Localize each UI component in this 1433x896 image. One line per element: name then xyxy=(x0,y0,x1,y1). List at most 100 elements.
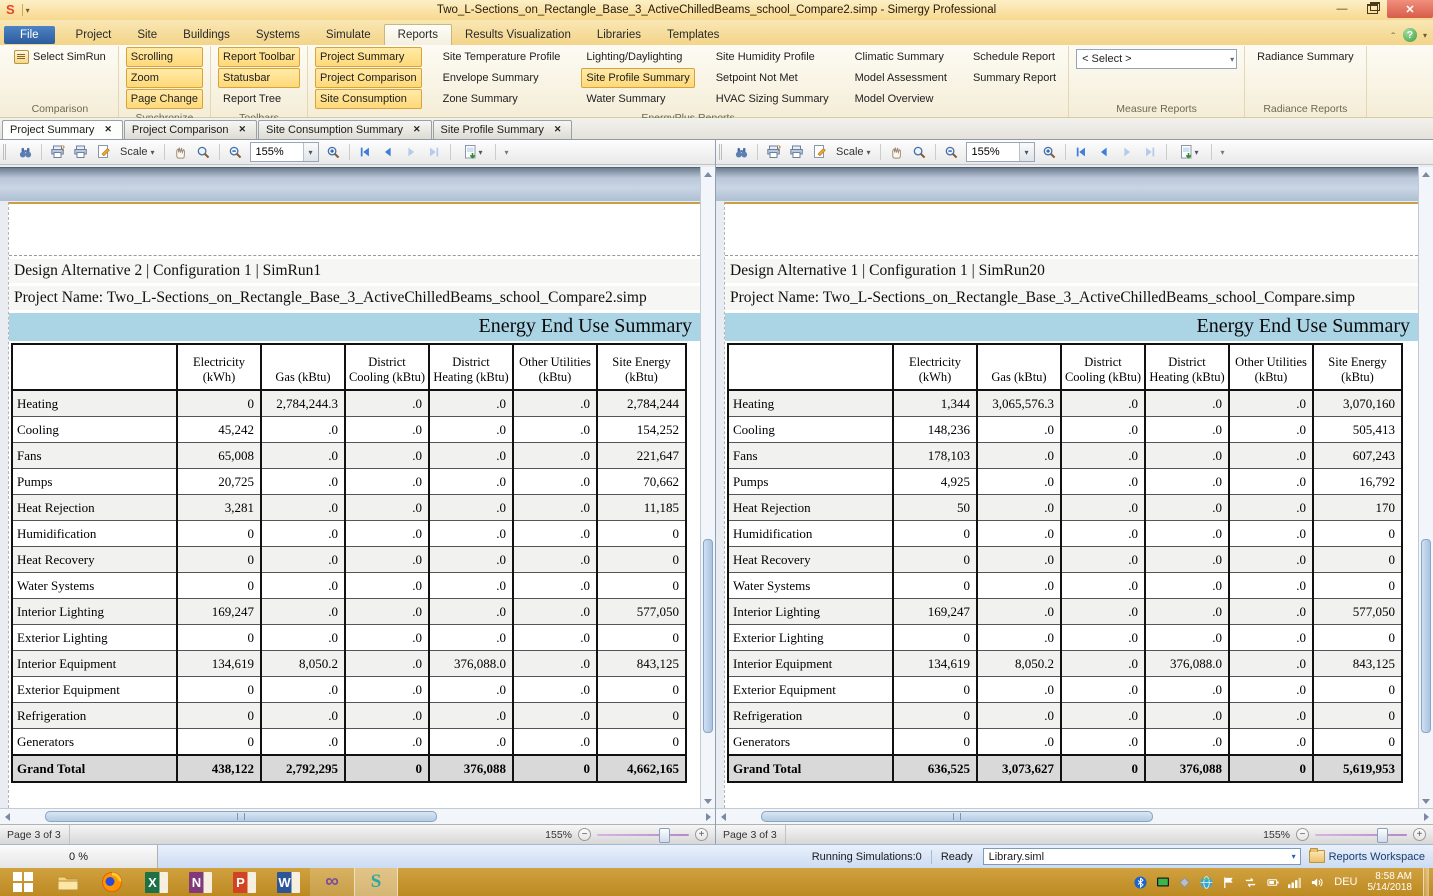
toolbar-grip[interactable] xyxy=(3,144,10,160)
toolbar-overflow-button[interactable]: ▾ xyxy=(501,148,513,157)
horizontal-scrollbar[interactable] xyxy=(716,808,1433,824)
start-button[interactable] xyxy=(0,868,46,896)
app-logo-icon[interactable]: S xyxy=(0,0,19,20)
ribbon-button-site-consumption[interactable]: Site Consumption xyxy=(315,89,422,109)
toolbar-grip[interactable] xyxy=(719,144,726,160)
ribbon-button-water-summary[interactable]: Water Summary xyxy=(581,89,694,109)
zoom-in-button[interactable] xyxy=(1039,142,1060,162)
ribbon-button-project-comparison[interactable]: Project Comparison xyxy=(315,68,422,88)
toolbar-overflow-button[interactable]: ▾ xyxy=(1217,148,1229,157)
horizontal-scrollbar[interactable] xyxy=(0,808,715,824)
ribbon-button-site-humidity-profile[interactable]: Site Humidity Profile xyxy=(711,47,834,67)
taskbar-app-onenote[interactable]: N xyxy=(178,868,222,896)
ribbon-button-site-temperature-profile[interactable]: Site Temperature Profile xyxy=(438,47,566,67)
show-desktop-button[interactable] xyxy=(1423,868,1429,896)
print-button[interactable] xyxy=(70,142,91,162)
close-tab-icon[interactable]: ✕ xyxy=(101,123,115,136)
ribbon-button-lighting-daylighting[interactable]: Lighting/Daylighting xyxy=(581,47,694,67)
scale-dropdown[interactable]: Scale▾ xyxy=(116,146,159,158)
flag-icon[interactable] xyxy=(1221,875,1236,890)
first-page-button[interactable] xyxy=(355,142,376,162)
ribbon-button-report-tree[interactable]: Report Tree xyxy=(218,89,300,109)
print-preview-button[interactable]: ? xyxy=(763,142,784,162)
last-page-button[interactable] xyxy=(1140,142,1161,162)
ribbon-button-setpoint-not-met[interactable]: Setpoint Not Met xyxy=(711,68,834,88)
ribbon-button-schedule-report[interactable]: Schedule Report xyxy=(968,47,1061,67)
ribbon-button-scrolling[interactable]: Scrolling xyxy=(126,47,203,67)
zoom-slider-thumb[interactable] xyxy=(659,828,670,843)
minimize-ribbon-icon[interactable]: ⌃ xyxy=(1389,31,1397,40)
zoom-slider[interactable] xyxy=(1315,828,1407,841)
tab-systems[interactable]: Systems xyxy=(243,25,313,45)
reports-workspace-label[interactable]: Reports Workspace xyxy=(1329,851,1425,863)
zoom-in-icon[interactable]: + xyxy=(695,828,708,841)
print-button[interactable] xyxy=(786,142,807,162)
doc-tab-site-consumption-summary[interactable]: Site Consumption Summary✕ xyxy=(258,120,432,139)
pan-button[interactable] xyxy=(886,142,907,162)
tab-buildings[interactable]: Buildings xyxy=(170,25,243,45)
ribbon-button-model-overview[interactable]: Model Overview xyxy=(850,89,952,109)
scroll-down-arrow-icon[interactable] xyxy=(701,794,715,808)
tab-site[interactable]: Site xyxy=(124,25,170,45)
zoom-out-icon[interactable]: − xyxy=(578,828,591,841)
ribbon-button-hvac-sizing-summary[interactable]: HVAC Sizing Summary xyxy=(711,89,834,109)
scroll-left-arrow-icon[interactable] xyxy=(0,809,14,824)
zoom-level-combo[interactable]: 155%▾ xyxy=(966,142,1035,162)
doc-tab-project-summary[interactable]: Project Summary✕ xyxy=(2,120,123,139)
scroll-right-arrow-icon[interactable] xyxy=(1419,809,1433,824)
signal-icon[interactable] xyxy=(1287,875,1302,890)
horizontal-scrollbar-thumb[interactable] xyxy=(45,811,437,822)
close-button[interactable]: ✕ xyxy=(1387,0,1433,18)
vertical-scrollbar[interactable] xyxy=(700,167,715,808)
scroll-down-arrow-icon[interactable] xyxy=(1419,794,1433,808)
tab-project[interactable]: Project xyxy=(63,25,125,45)
ribbon-button-zoom[interactable]: Zoom xyxy=(126,68,203,88)
ribbon-button-model-assessment[interactable]: Model Assessment xyxy=(850,68,952,88)
close-tab-icon[interactable]: ✕ xyxy=(236,123,250,136)
language-indicator[interactable]: DEU xyxy=(1334,876,1357,888)
ribbon-button-climatic-summary[interactable]: Climatic Summary xyxy=(850,47,952,67)
tab-results-visualization[interactable]: Results Visualization xyxy=(452,25,584,45)
ribbon-button-envelope-summary[interactable]: Envelope Summary xyxy=(438,68,566,88)
taskbar-app-powerpoint[interactable]: P xyxy=(222,868,266,896)
first-page-button[interactable] xyxy=(1071,142,1092,162)
taskbar-app-explorer[interactable] xyxy=(46,868,90,896)
zoom-in-icon[interactable]: + xyxy=(1413,828,1426,841)
diamond-icon[interactable] xyxy=(1177,875,1192,890)
doc-tab-project-comparison[interactable]: Project Comparison✕ xyxy=(124,120,257,139)
previous-page-button[interactable] xyxy=(378,142,399,162)
taskbar-app-excel[interactable]: X xyxy=(134,868,178,896)
help-icon[interactable]: ? xyxy=(1403,28,1417,42)
tab-templates[interactable]: Templates xyxy=(654,25,732,45)
tab-reports[interactable]: Reports xyxy=(384,24,452,45)
previous-page-button[interactable] xyxy=(1094,142,1115,162)
print-preview-button[interactable]: ? xyxy=(47,142,68,162)
find-button[interactable] xyxy=(731,142,752,162)
ribbon-button-summary-report[interactable]: Summary Report xyxy=(968,68,1061,88)
ribbon-button-site-profile-summary[interactable]: Site Profile Summary xyxy=(581,68,694,88)
taskbar-app-word[interactable]: W xyxy=(266,868,310,896)
zoom-slider-thumb[interactable] xyxy=(1377,828,1388,843)
close-tab-icon[interactable]: ✕ xyxy=(410,123,424,136)
library-select[interactable]: Library.siml ▾ xyxy=(983,848,1301,865)
export-button[interactable]: ▾ xyxy=(1172,142,1206,162)
page-setup-button[interactable] xyxy=(809,142,830,162)
page-setup-button[interactable] xyxy=(93,142,114,162)
chevron-down-icon[interactable]: ▾ xyxy=(1423,31,1427,40)
scroll-right-arrow-icon[interactable] xyxy=(701,809,715,824)
zoom-out-button[interactable] xyxy=(225,142,246,162)
ribbon-button-select-simrun[interactable]: Select SimRun xyxy=(9,47,111,67)
close-tab-icon[interactable]: ✕ xyxy=(551,123,565,136)
next-page-button[interactable] xyxy=(401,142,422,162)
ribbon-button-radiance-summary[interactable]: Radiance Summary xyxy=(1252,47,1359,67)
restore-button[interactable] xyxy=(1357,0,1387,18)
zoom-out-icon[interactable]: − xyxy=(1296,828,1309,841)
zoom-dynamic-button[interactable] xyxy=(909,142,930,162)
monitor-icon[interactable] xyxy=(1155,875,1170,890)
scroll-up-arrow-icon[interactable] xyxy=(701,167,715,181)
zoom-slider[interactable] xyxy=(597,828,689,841)
taskbar-app-simergy[interactable]: S xyxy=(354,868,398,896)
ribbon-button-zone-summary[interactable]: Zone Summary xyxy=(438,89,566,109)
tab-file[interactable]: File xyxy=(4,26,55,44)
tab-libraries[interactable]: Libraries xyxy=(584,25,654,45)
